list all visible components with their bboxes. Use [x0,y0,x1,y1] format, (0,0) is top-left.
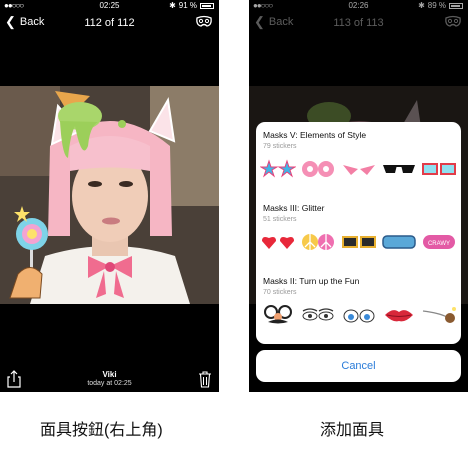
photo-illustration [0,86,219,304]
crawly-glasses-sticker[interactable]: CRAWY [421,230,457,254]
mask-icon[interactable] [195,14,213,30]
post-date: today at 02:25 [87,380,132,387]
author-name: Viki [102,370,117,379]
cartoon-eyes-sticker[interactable] [300,303,336,327]
svg-text:CRAWY: CRAWY [428,241,450,247]
pink-wing-glasses-sticker[interactable] [341,157,377,181]
pipe-sticker[interactable] [421,303,457,327]
bluetooth-icon: ✱ [169,1,176,10]
black-sunglasses-sticker[interactable] [381,157,417,181]
sticker-set-title: Masks V: Elements of Style [263,130,367,140]
groucho-glasses-sticker[interactable] [260,303,296,327]
cancel-button[interactable]: Cancel [256,350,461,382]
status-right: ✱ 91 % [169,1,214,10]
right-caption: 添加面具 [320,422,385,439]
gold-glasses-sticker[interactable] [341,230,377,254]
phone-screen-right: ●●○○○ 02:26 ✱ 89 % ❮ Back 113 of 113 Mas… [249,0,468,392]
battery-percent: 91 % [178,1,197,10]
star-glasses-sticker[interactable] [260,157,296,181]
sticker-set-section: Masks III: Glitter 51 stickers CRAWY [256,203,461,269]
left-caption: 面具按鈕(右上角) [40,422,163,439]
heart-glasses-sticker[interactable] [260,230,296,254]
donut-glasses-sticker[interactable] [300,157,336,181]
sticker-set-section: Masks II: Turn up the Fun 70 stickers [256,276,461,342]
nav-title: 112 of 112 [84,17,135,29]
sticker-set-title: Masks II: Turn up the Fun [263,276,360,286]
sticker-set-title: Masks III: Glitter [263,203,325,213]
battery-icon [200,2,214,9]
status-bar: ●●○○○ 02:25 ✱ 91 % [0,0,219,12]
sticker-set-section: Masks V: Elements of Style 79 stickers [256,130,461,196]
sticker-row [260,302,457,328]
sticker-row[interactable]: CRAWY [260,229,457,255]
photo-with-masks [0,86,219,304]
blue-eyes-sticker[interactable] [341,303,377,327]
phone-screen-left: ●●○○○ 02:25 ✱ 91 % ❮ Back 112 of 112 Vik… [0,0,219,392]
mask-picker-sheet: Masks V: Elements of Style 79 stickers M… [256,122,461,344]
nav-bar: ❮ Back 112 of 112 [0,12,219,34]
footer-bar: Viki today at 02:25 [0,368,219,392]
visor-glasses-sticker[interactable] [381,230,417,254]
red-glasses-sticker[interactable] [421,157,457,181]
sticker-row [260,156,457,182]
lips-sticker[interactable] [381,303,417,327]
sticker-set-count: 79 stickers [263,143,297,150]
peace-glasses-sticker[interactable] [300,230,336,254]
trash-icon[interactable] [198,370,212,388]
sticker-set-count: 70 stickers [263,289,297,296]
sticker-set-count: 51 stickers [263,216,297,223]
